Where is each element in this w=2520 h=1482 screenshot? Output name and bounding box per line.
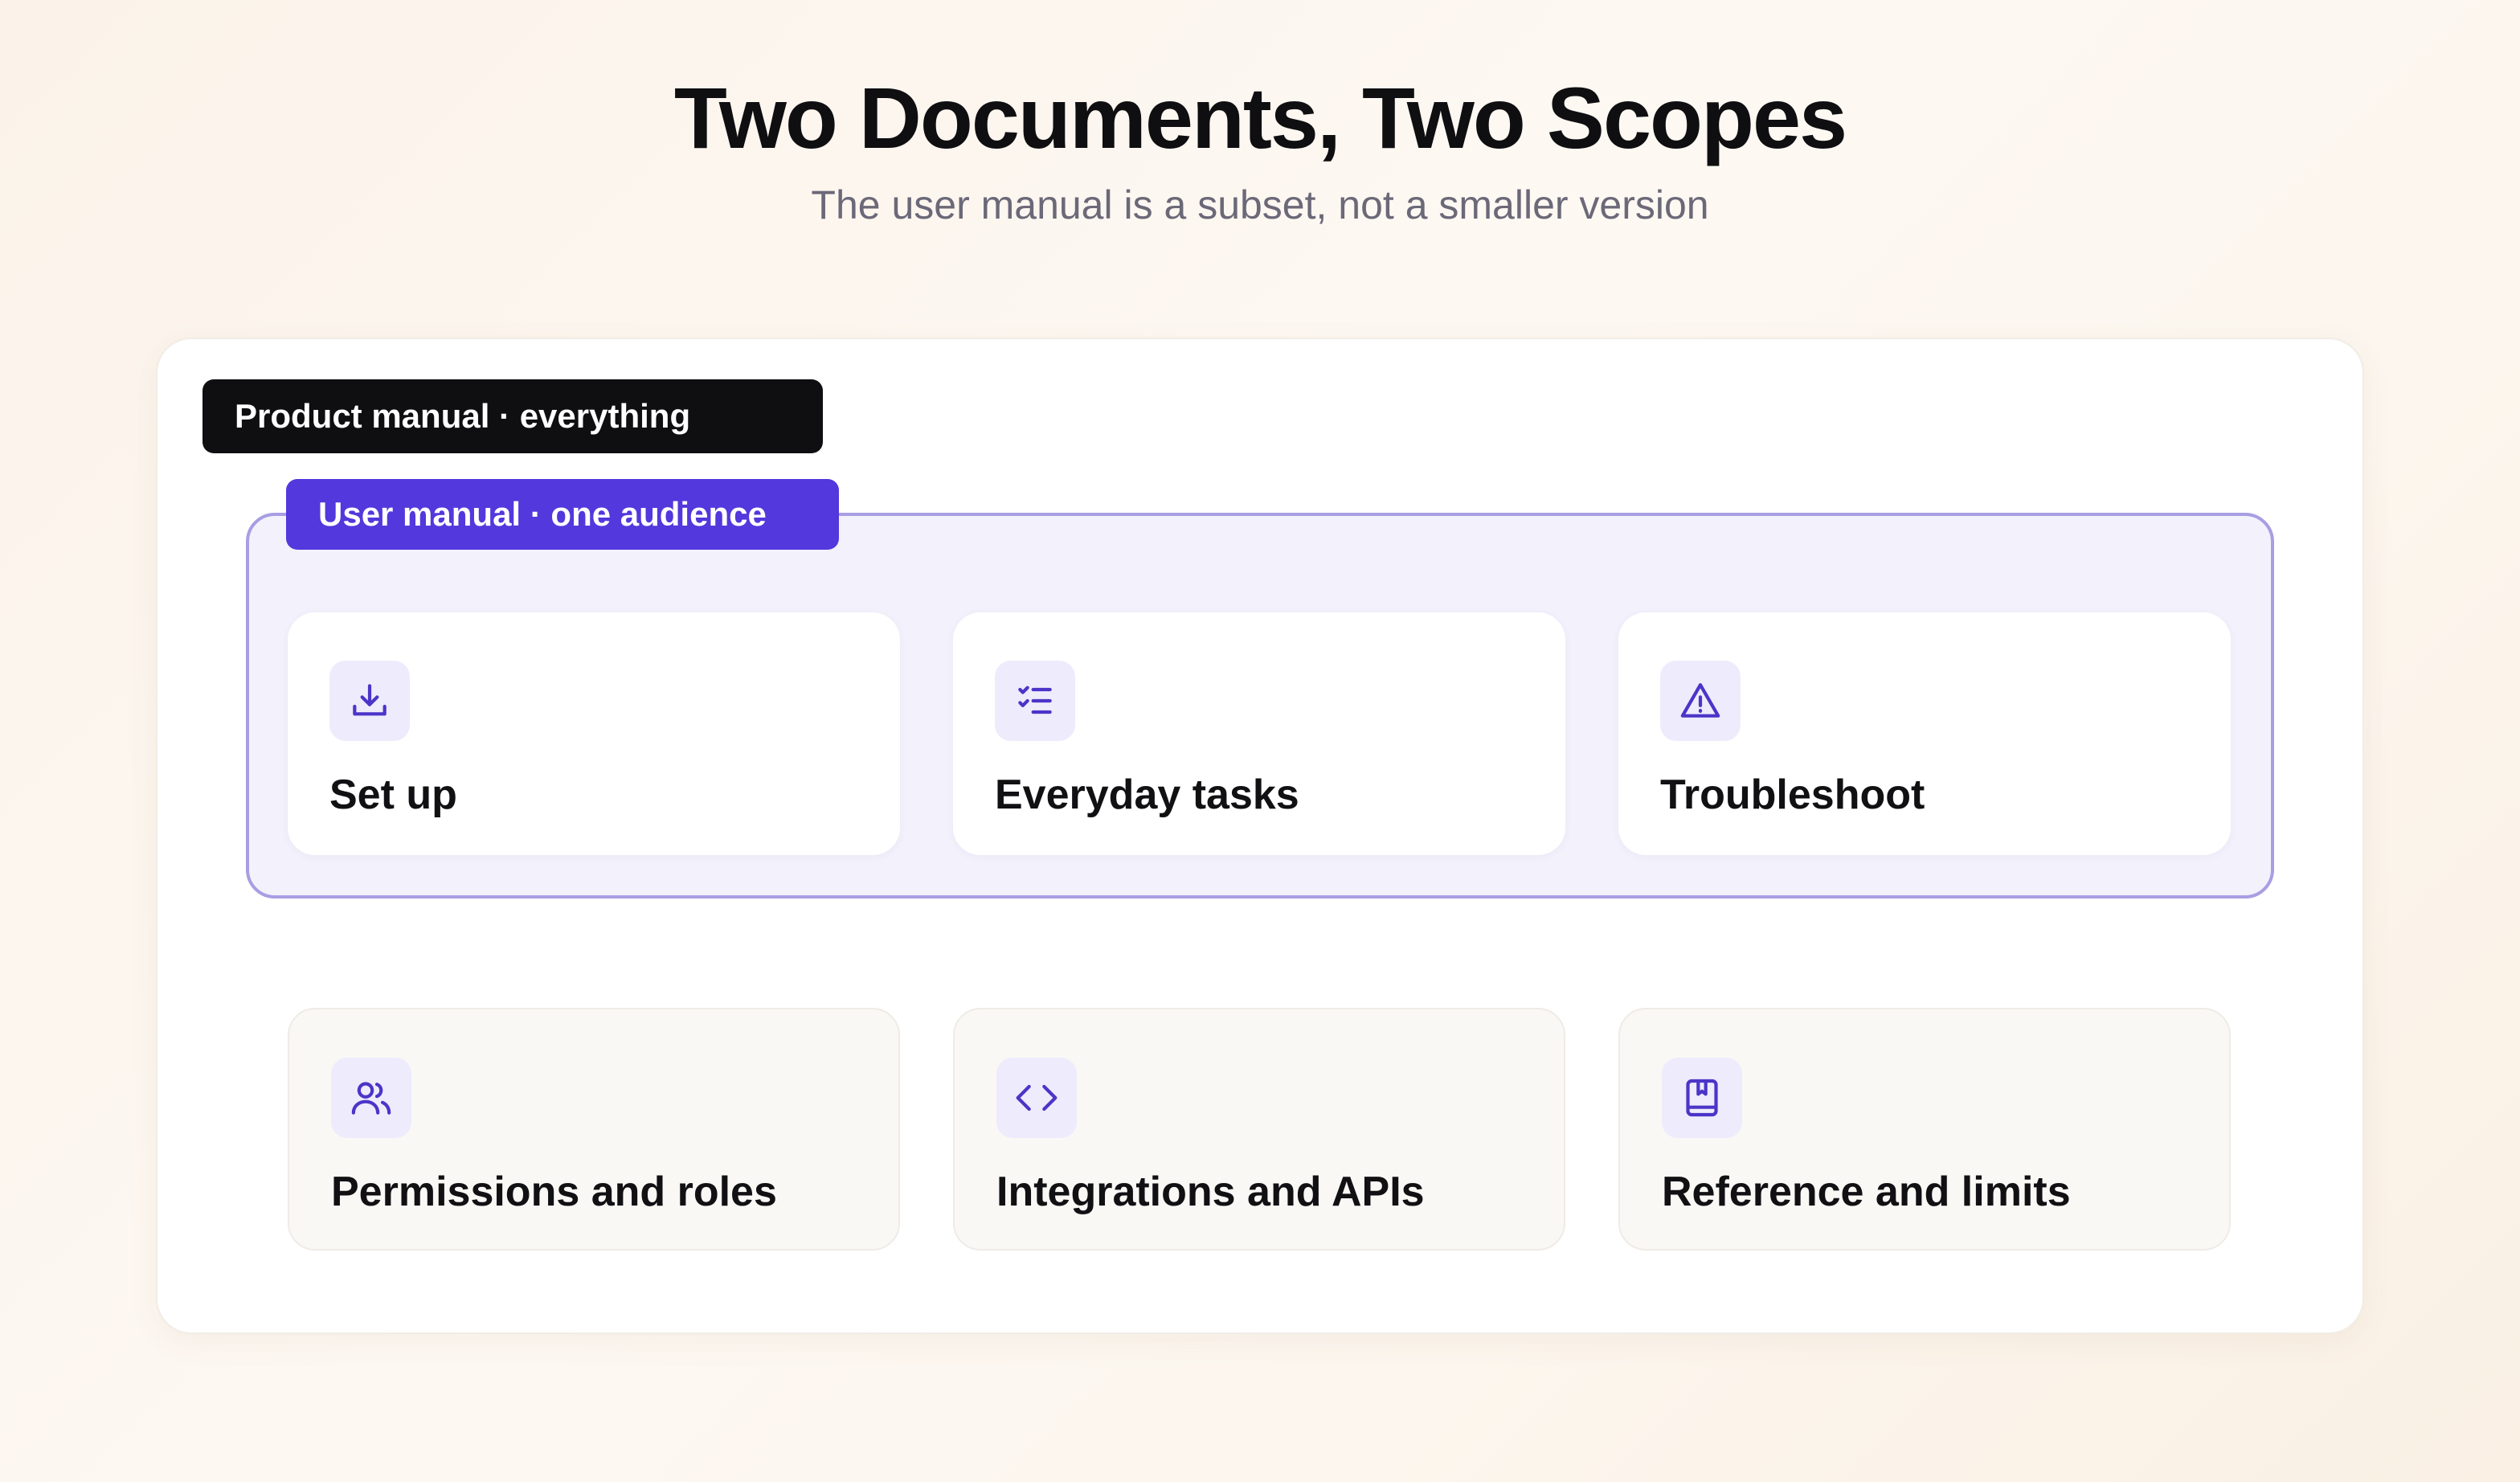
card-integrations-and-apis: Integrations and APIs: [953, 1008, 1565, 1251]
book-icon: [1662, 1058, 1742, 1138]
card-troubleshoot: Troubleshoot: [1618, 612, 2231, 855]
card-label: Integrations and APIs: [996, 1169, 1425, 1215]
product-manual-tag: Product manual · everything: [202, 379, 823, 453]
checklist-icon: [995, 661, 1075, 741]
card-label: Permissions and roles: [331, 1169, 777, 1215]
card-everyday-tasks: Everyday tasks: [953, 612, 1565, 855]
page-title: Two Documents, Two Scopes: [673, 69, 1847, 166]
card-label: Everyday tasks: [995, 772, 1299, 818]
download-icon: [329, 661, 410, 741]
card-set-up: Set up: [288, 612, 900, 855]
card-label: Reference and limits: [1662, 1169, 2071, 1215]
card-label: Troubleshoot: [1660, 772, 1925, 818]
code-icon: [996, 1058, 1077, 1138]
warning-icon: [1660, 661, 1741, 741]
card-permissions-and-roles: Permissions and roles: [288, 1008, 900, 1251]
page-subtitle: The user manual is a subset, not a small…: [811, 182, 1709, 227]
user-manual-tag: User manual · one audience: [286, 479, 839, 550]
users-icon: [331, 1058, 411, 1138]
card-reference-and-limits: Reference and limits: [1618, 1008, 2231, 1251]
card-label: Set up: [329, 772, 457, 818]
